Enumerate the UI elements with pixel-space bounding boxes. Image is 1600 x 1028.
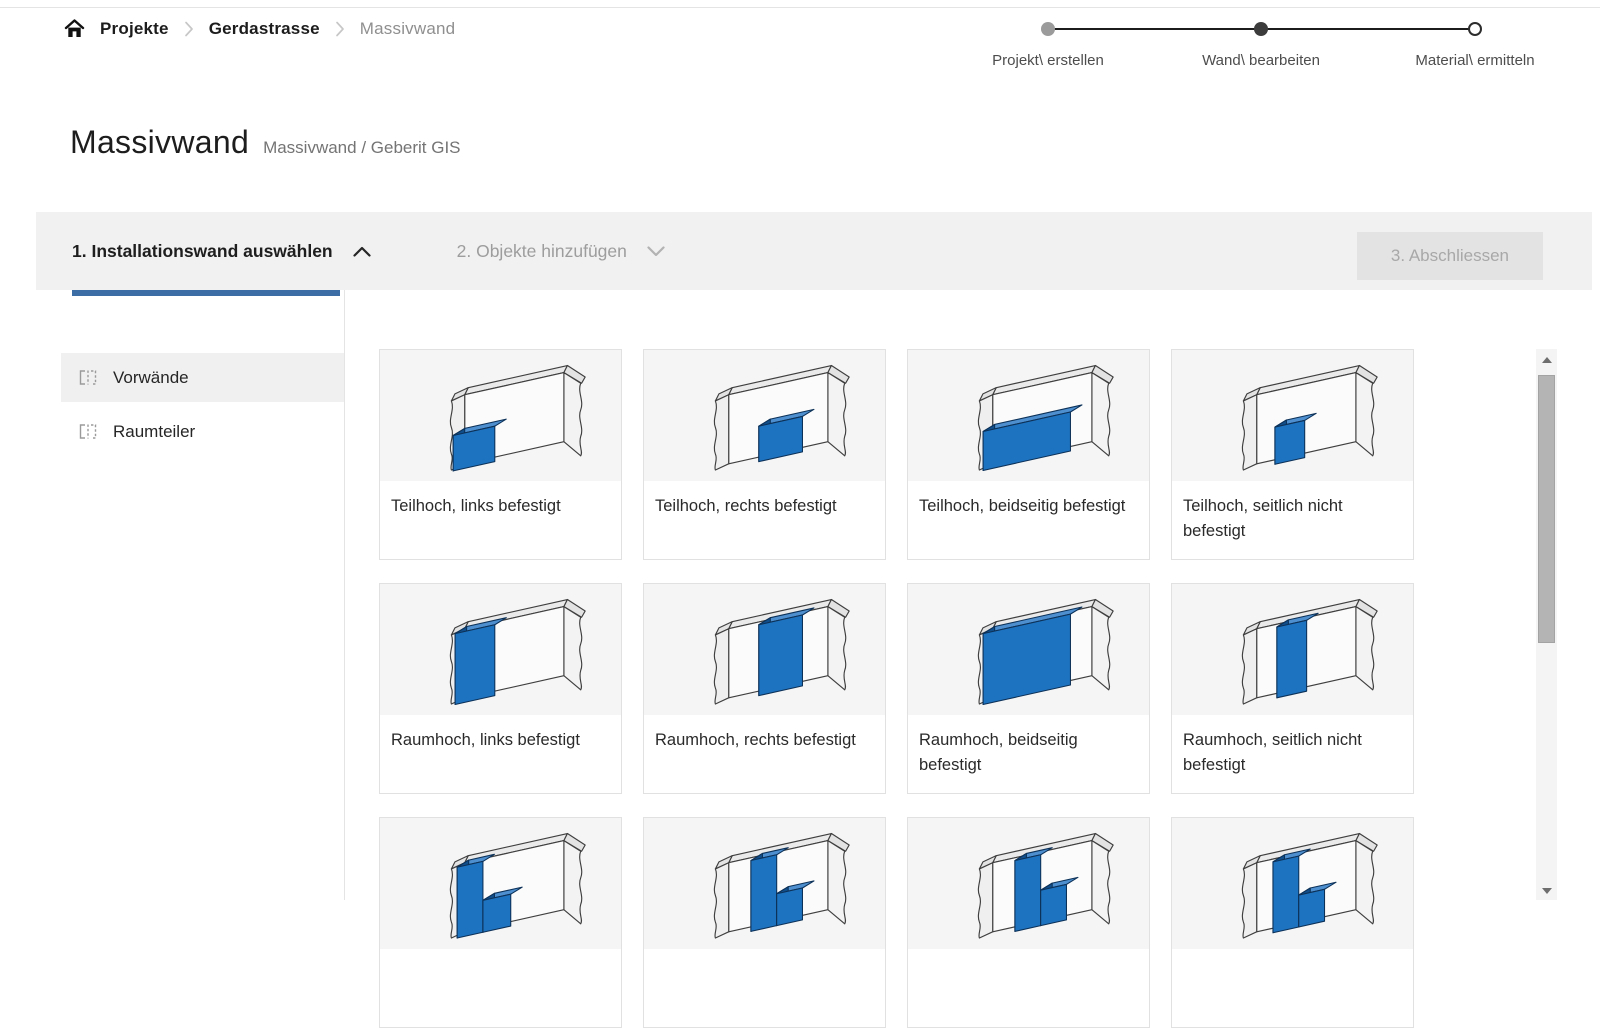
breadcrumb-item-massivwand: Massivwand bbox=[360, 19, 456, 39]
chevron-down-icon bbox=[647, 246, 665, 257]
wall-card-raum-links[interactable]: Raumhoch, links befestigt bbox=[379, 583, 622, 794]
wall-card-raum-rechts[interactable]: Raumhoch, rechts befestigt bbox=[643, 583, 886, 794]
page-subtitle: Massivwand / Geberit GIS bbox=[263, 138, 460, 158]
wall-card-raum-beidseitig[interactable]: Raumhoch, beidseitig befestigt bbox=[907, 583, 1150, 794]
wall-card-label: Raumhoch, links befestigt bbox=[380, 715, 621, 753]
scroll-down-arrow-icon[interactable] bbox=[1542, 888, 1552, 894]
tab-installationswand-label: 1. Installationswand auswählen bbox=[72, 241, 333, 262]
wall-illustration bbox=[936, 822, 1122, 946]
wall-illustration bbox=[1200, 822, 1386, 946]
wall-icon bbox=[78, 369, 98, 386]
sidebar-item-label: Vorwände bbox=[113, 368, 189, 388]
step-label-3: Material\ ermitteln bbox=[1415, 52, 1534, 69]
step-tabbar: 1. Installationswand auswählen 2. Objekt… bbox=[36, 212, 1592, 290]
home-icon[interactable] bbox=[64, 19, 85, 39]
sidebar-item-vorwände[interactable]: Vorwände bbox=[61, 353, 344, 402]
sidebar-item-raumteiler[interactable]: Raumteiler bbox=[61, 407, 344, 456]
vertical-scrollbar[interactable] bbox=[1536, 349, 1557, 900]
wall-card-image bbox=[644, 818, 885, 949]
wall-illustration bbox=[936, 354, 1122, 478]
wizard-panel: 1. Installationswand auswählen 2. Objekt… bbox=[36, 212, 1592, 900]
abschliessen-button[interactable]: 3. Abschliessen bbox=[1357, 232, 1543, 280]
breadcrumb-item-gerdastrasse[interactable]: Gerdastrasse bbox=[209, 19, 320, 39]
wall-illustration bbox=[1200, 588, 1386, 712]
wall-card-label: Teilhoch, rechts befestigt bbox=[644, 481, 885, 519]
wall-card-label bbox=[1172, 949, 1413, 962]
wall-illustration bbox=[672, 354, 858, 478]
tab-objekte-label: 2. Objekte hinzufügen bbox=[457, 241, 627, 262]
wall-card-label: Teilhoch, links befestigt bbox=[380, 481, 621, 519]
wall-category-sidebar: Vorwände Raumteiler bbox=[36, 290, 345, 900]
wall-card-label: Teilhoch, seitlich nicht befestigt bbox=[1172, 481, 1413, 544]
wall-card-image bbox=[908, 818, 1149, 949]
wall-illustration bbox=[1200, 354, 1386, 478]
wall-illustration bbox=[936, 588, 1122, 712]
wall-card-label: Raumhoch, seitlich nicht befestigt bbox=[1172, 715, 1413, 778]
wall-icon bbox=[78, 423, 98, 440]
wall-card-teil-beidseitig[interactable]: Teilhoch, beidseitig befestigt bbox=[907, 349, 1150, 560]
wall-type-grid: Teilhoch, links befestigt Teilhoch, recht… bbox=[379, 349, 1414, 1028]
wall-card-image bbox=[1172, 584, 1413, 715]
wall-illustration bbox=[408, 822, 594, 946]
wall-card-l-3[interactable] bbox=[907, 817, 1150, 1028]
wall-card-image bbox=[380, 818, 621, 949]
step-dot-1 bbox=[1041, 22, 1055, 36]
wall-card-image bbox=[380, 584, 621, 715]
active-tab-underline bbox=[72, 290, 340, 296]
wall-card-image bbox=[380, 350, 621, 481]
panel-content: Vorwände Raumteiler Teilhoch, links befes… bbox=[36, 290, 1592, 900]
wall-card-label: Teilhoch, beidseitig befestigt bbox=[908, 481, 1149, 519]
step-label-1: Projekt\ erstellen bbox=[992, 52, 1104, 69]
chevron-right-icon bbox=[335, 20, 345, 38]
wall-card-image bbox=[1172, 818, 1413, 949]
wall-illustration bbox=[408, 354, 594, 478]
breadcrumb: Projekte Gerdastrasse Massivwand bbox=[64, 15, 455, 43]
wall-card-label bbox=[644, 949, 885, 962]
wall-card-teil-rechts[interactable]: Teilhoch, rechts befestigt bbox=[643, 349, 886, 560]
wall-card-l-1[interactable] bbox=[379, 817, 622, 1028]
chevron-up-icon bbox=[353, 246, 371, 257]
wall-card-image bbox=[1172, 350, 1413, 481]
scroll-up-arrow-icon[interactable] bbox=[1542, 357, 1552, 363]
wall-card-raum-frei[interactable]: Raumhoch, seitlich nicht befestigt bbox=[1171, 583, 1414, 794]
wall-card-image bbox=[908, 350, 1149, 481]
sidebar-item-label: Raumteiler bbox=[113, 422, 195, 442]
wall-card-image bbox=[644, 584, 885, 715]
wall-card-l-2[interactable] bbox=[643, 817, 886, 1028]
wall-card-label bbox=[908, 949, 1149, 962]
tab-objekte-hinzufuegen[interactable]: 2. Objekte hinzufügen bbox=[457, 241, 665, 262]
wall-illustration bbox=[408, 588, 594, 712]
wall-card-label: Raumhoch, beidseitig befestigt bbox=[908, 715, 1149, 778]
wall-illustration bbox=[672, 588, 858, 712]
wall-card-l-4[interactable] bbox=[1171, 817, 1414, 1028]
wall-card-teil-frei[interactable]: Teilhoch, seitlich nicht befestigt bbox=[1171, 349, 1414, 560]
top-divider bbox=[0, 7, 1600, 8]
wall-card-label bbox=[380, 949, 621, 962]
chevron-right-icon bbox=[184, 20, 194, 38]
step-label-2: Wand\ bearbeiten bbox=[1202, 52, 1320, 69]
step-dot-2 bbox=[1254, 22, 1268, 36]
wall-illustration bbox=[672, 822, 858, 946]
title-row: Massivwand Massivwand / Geberit GIS bbox=[70, 124, 461, 161]
wall-card-teil-links[interactable]: Teilhoch, links befestigt bbox=[379, 349, 622, 560]
wall-card-image bbox=[644, 350, 885, 481]
scrollbar-thumb[interactable] bbox=[1538, 375, 1555, 643]
tab-installationswand-auswaehlen[interactable]: 1. Installationswand auswählen bbox=[72, 241, 371, 262]
progress-stepper: Projekt\ erstellen Wand\ bearbeiten Materi… bbox=[990, 10, 1560, 72]
step-dot-3 bbox=[1468, 22, 1482, 36]
page-title: Massivwand bbox=[70, 124, 249, 161]
breadcrumb-item-projekte[interactable]: Projekte bbox=[100, 19, 169, 39]
wall-card-label: Raumhoch, rechts befestigt bbox=[644, 715, 885, 753]
wall-card-image bbox=[908, 584, 1149, 715]
